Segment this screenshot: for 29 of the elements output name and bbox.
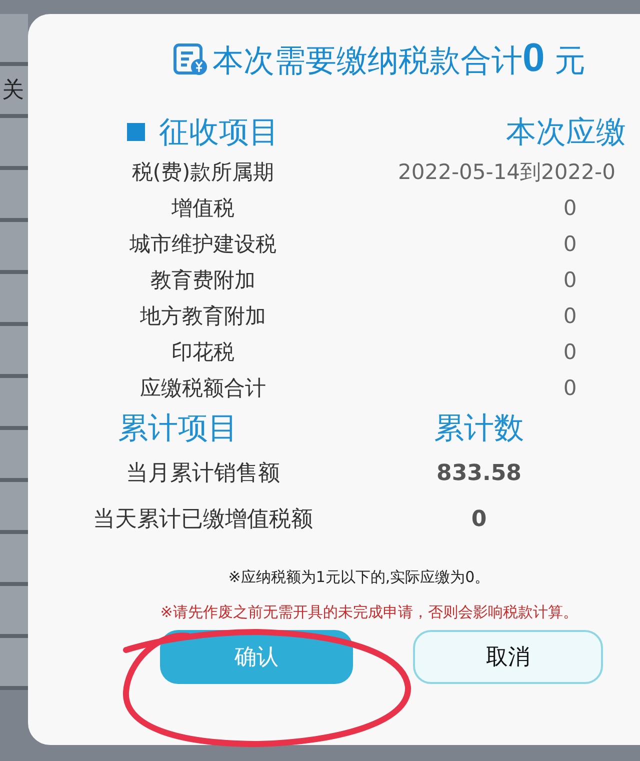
- row-label: 税(费)款所属期: [132, 159, 274, 186]
- row-label: 应缴税额合计: [140, 375, 266, 402]
- section-heading: 累计项目: [118, 410, 238, 448]
- cancel-button[interactable]: 取消: [413, 630, 603, 684]
- row-value: 0: [562, 232, 578, 256]
- row-label: 印花税: [172, 339, 234, 366]
- column-heading: 累计数: [434, 410, 524, 448]
- square-bullet-icon: [127, 123, 145, 141]
- row-label: 当天累计已缴增值税额: [93, 506, 313, 534]
- receipt-icon: [172, 41, 208, 77]
- section-heading: 征收项目: [159, 114, 279, 152]
- row-value: 0: [471, 506, 487, 532]
- row-label: 地方教育附加: [140, 303, 266, 330]
- row-value: 0: [562, 340, 578, 364]
- row-value: 833.58: [436, 460, 522, 486]
- dialog-title: 本次需要缴纳税款合计0 元: [212, 36, 586, 82]
- row-value: 0: [562, 268, 578, 292]
- background-table-cell: 关: [0, 66, 28, 118]
- row-value: 2022-05-14到2022-0: [398, 159, 616, 186]
- row-label: 教育费附加: [150, 267, 256, 294]
- row-value: 0: [562, 304, 578, 328]
- row-label: 当月累计销售额: [126, 460, 280, 488]
- row-value: 0: [562, 196, 578, 220]
- column-heading: 本次应缴: [506, 114, 626, 152]
- row-label: 增值税: [172, 195, 234, 222]
- row-label: 城市维护建设税: [130, 231, 276, 258]
- warning-note: ※请先作废之前无需开具的未完成申请，否则会影响税款计算。: [160, 603, 578, 622]
- row-value: 0: [562, 376, 578, 400]
- info-note: ※应纳税额为1元以下的,实际应缴为0。: [228, 568, 490, 587]
